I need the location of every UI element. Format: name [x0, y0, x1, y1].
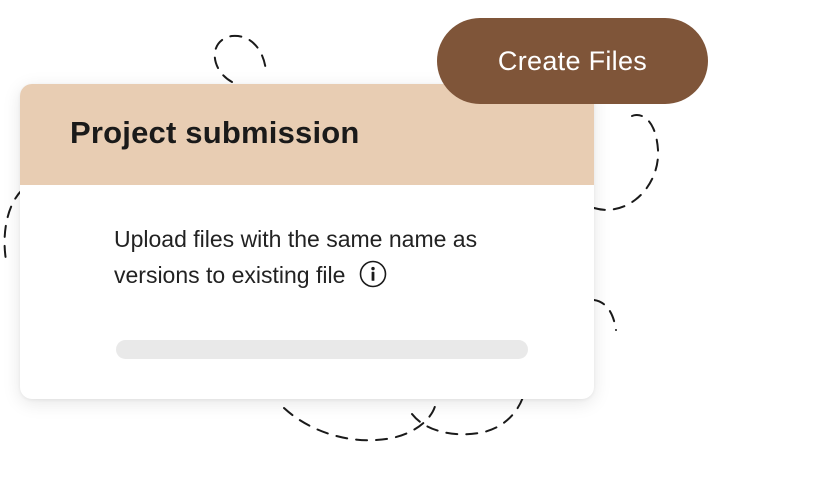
card-description-row: Upload files with the same name as versi… — [114, 221, 544, 293]
project-submission-card: Project submission Upload files with the… — [20, 84, 594, 399]
upload-progress-bar — [116, 340, 528, 359]
create-files-button[interactable]: Create Files — [437, 18, 708, 104]
dashed-loop-bottom — [283, 399, 437, 442]
dashed-loop-top-left — [213, 34, 267, 83]
dashed-loop-mid-right — [593, 299, 617, 331]
dashed-loop-bottom-right — [411, 393, 525, 436]
dashed-loop-right — [593, 114, 660, 211]
card-title: Project submission — [70, 115, 360, 150]
card-description: Upload files with the same name as versi… — [114, 226, 478, 288]
info-circle-icon[interactable] — [359, 260, 387, 288]
